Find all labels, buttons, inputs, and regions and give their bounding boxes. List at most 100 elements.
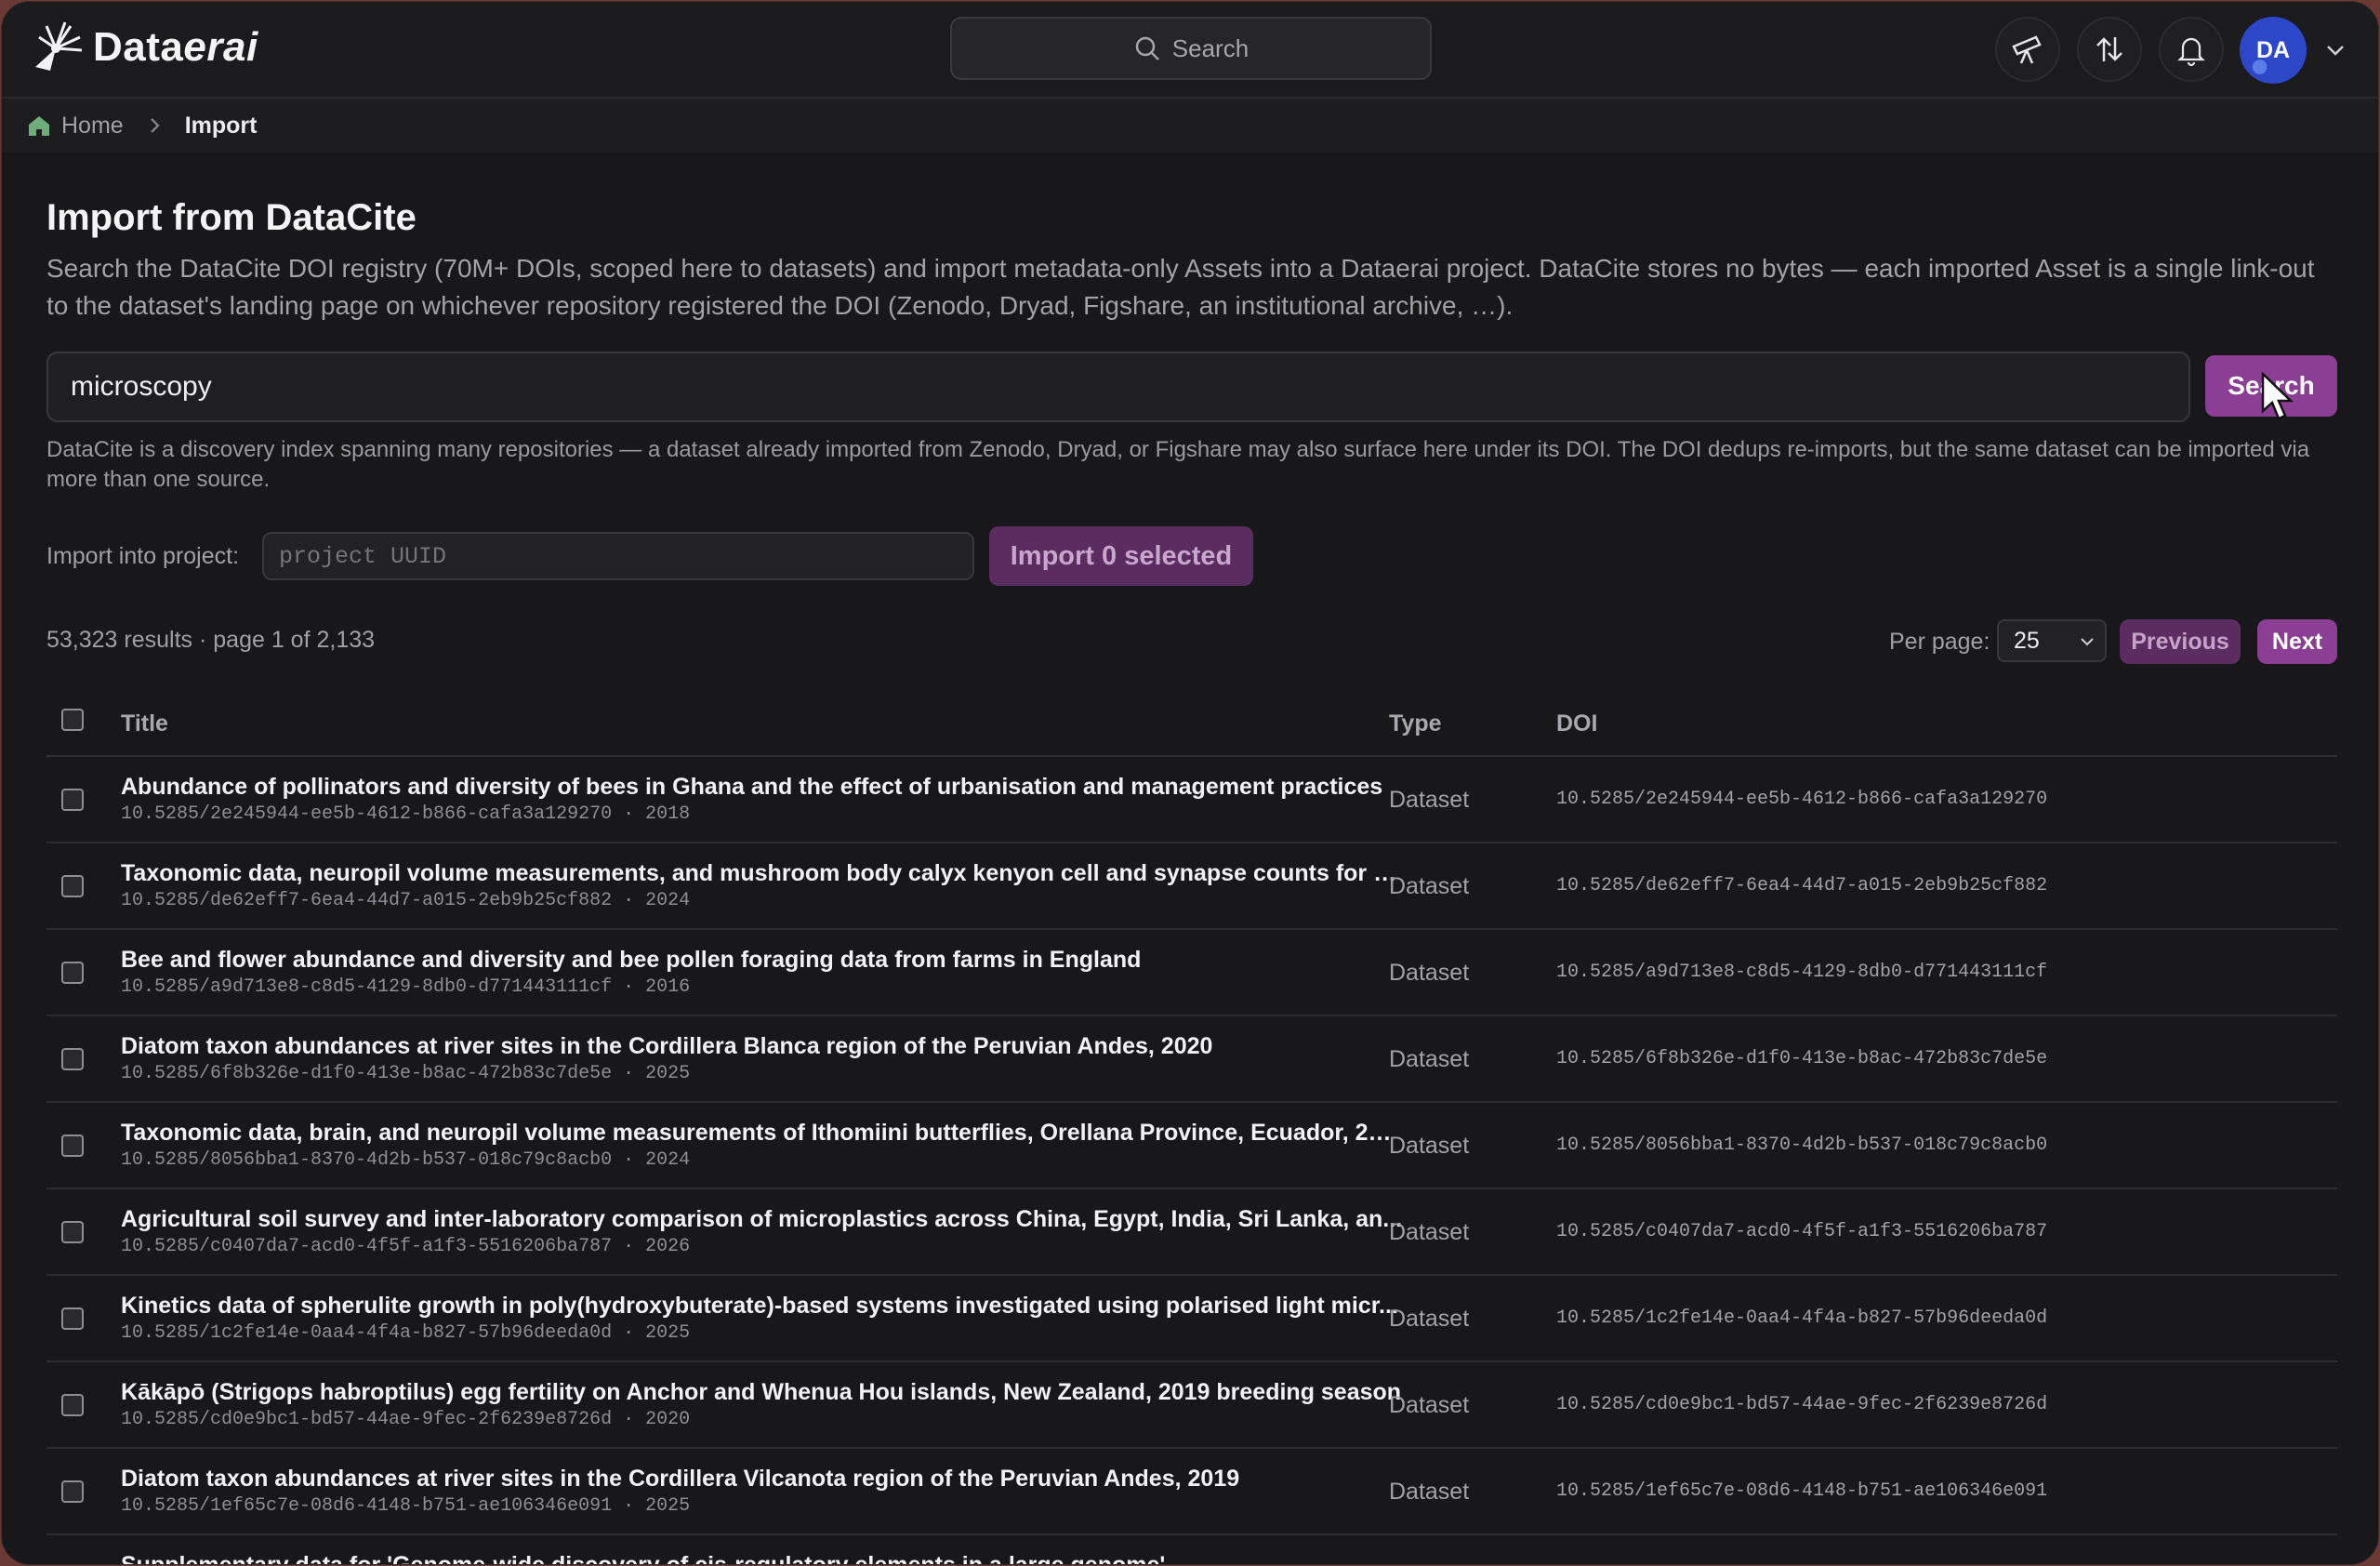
- row-doi-year: 10.5285/6f8b326e-d1f0-413e-b8ac-472b83c7…: [121, 1063, 691, 1084]
- row-type: Dataset: [1389, 1219, 1470, 1245]
- row-checkbox[interactable]: [61, 1480, 84, 1503]
- row-checkbox[interactable]: [61, 1221, 84, 1243]
- row-checkbox[interactable]: [61, 962, 84, 984]
- project-uuid-input[interactable]: [262, 532, 974, 580]
- row-title[interactable]: Supplementary data for 'Genome-wide disc…: [121, 1552, 1404, 1564]
- table-row[interactable]: Kākāpō (Strigops habroptilus) egg fertil…: [46, 1362, 2337, 1449]
- row-type: Dataset: [1389, 1479, 1470, 1505]
- column-type[interactable]: Type: [1389, 710, 1442, 737]
- table-row[interactable]: Agricultural soil survey and inter-labor…: [46, 1189, 2337, 1276]
- per-page-label: Per page:: [1889, 629, 1990, 655]
- row-doi: 10.5285/c0407da7-acd0-4f5f-a1f3-5516206b…: [1556, 1221, 2048, 1242]
- avatar-initials: DA: [2255, 36, 2291, 63]
- telescope-icon: [2012, 35, 2042, 64]
- bell-icon: [2177, 37, 2205, 67]
- notifications-button[interactable]: [2159, 17, 2224, 82]
- row-doi: 10.5285/cd0e9bc1-bd57-44ae-9fec-2f6239e8…: [1556, 1394, 2048, 1415]
- results-summary: 53,323 results · page 1 of 2,133: [46, 627, 376, 653]
- logo-text: Dataerai: [93, 24, 258, 70]
- row-doi: 10.5285/1c2fe14e-0aa4-4f4a-b827-57b96dee…: [1556, 1307, 2048, 1329]
- row-doi-year: 10.5285/a9d713e8-c8d5-4129-8db0-d7714431…: [121, 976, 691, 998]
- row-doi: 10.5285/a9d713e8-c8d5-4129-8db0-d7714431…: [1556, 962, 2048, 983]
- row-doi: 10.5285/2e245944-ee5b-4612-b866-cafa3a12…: [1556, 789, 2048, 810]
- row-checkbox[interactable]: [61, 1048, 84, 1070]
- previous-button[interactable]: Previous: [2120, 619, 2241, 664]
- row-checkbox[interactable]: [61, 1307, 84, 1330]
- source-hint: DataCite is a discovery index spanning m…: [46, 437, 2310, 492]
- dataerai-logo-icon: [35, 21, 83, 71]
- avatar[interactable]: DA: [2240, 17, 2307, 84]
- logo[interactable]: Dataerai: [28, 17, 258, 78]
- row-type: Dataset: [1389, 1046, 1470, 1072]
- project-label: Import into project:: [46, 543, 240, 569]
- query-row: Search: [46, 352, 2337, 422]
- row-title[interactable]: Diatom taxon abundances at river sites i…: [121, 1466, 1404, 1493]
- main-content: Import from DataCite Search the DataCite…: [46, 153, 2337, 1564]
- table-row[interactable]: Taxonomic data, neuropil volume measurem…: [46, 843, 2337, 930]
- results-bar: 53,323 results · page 1 of 2,133 Per pag…: [46, 619, 2337, 666]
- project-row: Import into project: Import 0 selected: [46, 526, 1348, 586]
- row-title[interactable]: Agricultural soil survey and inter-labor…: [121, 1206, 1404, 1233]
- row-doi: 10.5285/de62eff7-6ea4-44d7-a015-2eb9b25c…: [1556, 875, 2048, 896]
- row-checkbox[interactable]: [61, 1394, 84, 1416]
- table-body: Abundance of pollinators and diversity o…: [46, 757, 2337, 1564]
- breadcrumb-current: Import: [184, 112, 258, 139]
- column-title[interactable]: Title: [121, 710, 168, 737]
- chevron-down-icon[interactable]: [2322, 37, 2348, 63]
- global-search[interactable]: Search: [950, 17, 1432, 80]
- table-row[interactable]: Taxonomic data, brain, and neuropil volu…: [46, 1103, 2337, 1189]
- row-doi-year: 10.5285/8056bba1-8370-4d2b-b537-018c79c8…: [121, 1149, 691, 1171]
- row-doi-year: 10.5285/c0407da7-acd0-4f5f-a1f3-5516206b…: [121, 1236, 691, 1257]
- row-type: Dataset: [1389, 787, 1470, 813]
- chevron-right-icon: [150, 118, 160, 133]
- row-checkbox[interactable]: [61, 789, 84, 811]
- search-icon: [1135, 36, 1159, 60]
- row-doi: 10.5285/1ef65c7e-08d6-4148-b751-ae106346…: [1556, 1480, 2048, 1502]
- app-window: Dataerai Search DA Home Import Import fr…: [2, 2, 2378, 1564]
- column-doi[interactable]: DOI: [1556, 710, 1597, 737]
- row-doi-year: 10.5285/1c2fe14e-0aa4-4f4a-b827-57b96dee…: [121, 1322, 691, 1344]
- per-page-select[interactable]: 25: [1997, 619, 2107, 662]
- table-row[interactable]: Abundance of pollinators and diversity o…: [46, 757, 2337, 843]
- row-title[interactable]: Kākāpō (Strigops habroptilus) egg fertil…: [121, 1379, 1404, 1406]
- row-type: Dataset: [1389, 1306, 1470, 1332]
- breadcrumb-home[interactable]: Home: [61, 113, 124, 139]
- page-title: Import from DataCite: [46, 197, 416, 238]
- chevron-down-icon: [2081, 638, 2094, 646]
- row-checkbox[interactable]: [61, 1135, 84, 1157]
- page-description: Search the DataCite DOI registry (70M+ D…: [46, 254, 2315, 320]
- telescope-button[interactable]: [1995, 17, 2060, 82]
- row-doi: 10.5285/6f8b326e-d1f0-413e-b8ac-472b83c7…: [1556, 1048, 2048, 1069]
- query-input[interactable]: [46, 352, 2190, 422]
- sort-arrows-icon: [2096, 37, 2122, 61]
- row-doi-year: 10.5285/2e245944-ee5b-4612-b866-cafa3a12…: [121, 803, 691, 825]
- row-type: Dataset: [1389, 873, 1470, 899]
- row-doi-year: 10.5285/cd0e9bc1-bd57-44ae-9fec-2f6239e8…: [121, 1409, 691, 1430]
- row-doi-year: 10.5285/de62eff7-6ea4-44d7-a015-2eb9b25c…: [121, 890, 691, 911]
- row-title[interactable]: Kinetics data of spherulite growth in po…: [121, 1293, 1404, 1320]
- import-selected-button[interactable]: Import 0 selected: [989, 526, 1253, 586]
- row-title[interactable]: Bee and flower abundance and diversity a…: [121, 947, 1404, 974]
- row-type: Dataset: [1389, 1133, 1470, 1159]
- row-type: Dataset: [1389, 960, 1470, 986]
- table-row[interactable]: Supplementary data for 'Genome-wide disc…: [46, 1535, 2337, 1564]
- per-page-value: 25: [2014, 627, 2040, 654]
- row-title[interactable]: Taxonomic data, neuropil volume measurem…: [121, 860, 1404, 887]
- row-title[interactable]: Taxonomic data, brain, and neuropil volu…: [121, 1120, 1404, 1147]
- home-icon: [29, 116, 49, 136]
- row-type: Dataset: [1389, 1392, 1470, 1418]
- row-checkbox[interactable]: [61, 875, 84, 897]
- row-doi-year: 10.5285/1ef65c7e-08d6-4148-b751-ae106346…: [121, 1495, 691, 1517]
- mouse-cursor-icon: [2261, 372, 2294, 420]
- table-row[interactable]: Bee and flower abundance and diversity a…: [46, 930, 2337, 1016]
- table-row[interactable]: Diatom taxon abundances at river sites i…: [46, 1449, 2337, 1535]
- next-button[interactable]: Next: [2257, 619, 2337, 664]
- results-table: Title Type DOI Abundance of pollinators …: [46, 690, 2337, 1564]
- table-row[interactable]: Kinetics data of spherulite growth in po…: [46, 1276, 2337, 1362]
- row-title[interactable]: Diatom taxon abundances at river sites i…: [121, 1033, 1404, 1060]
- transfer-button[interactable]: [2077, 17, 2142, 82]
- row-title[interactable]: Abundance of pollinators and diversity o…: [121, 774, 1404, 801]
- global-search-placeholder: Search: [1171, 33, 1250, 62]
- select-all-checkbox[interactable]: [61, 709, 84, 731]
- table-row[interactable]: Diatom taxon abundances at river sites i…: [46, 1016, 2337, 1103]
